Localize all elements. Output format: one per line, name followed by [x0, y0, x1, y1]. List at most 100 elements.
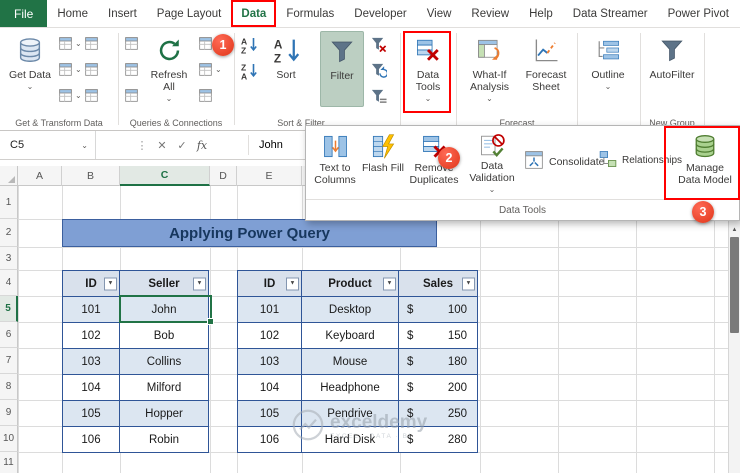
from-source-icon[interactable]: ⌄: [58, 62, 82, 77]
from-source-icon[interactable]: ⌄: [58, 88, 82, 103]
tab-developer[interactable]: Developer: [344, 0, 416, 27]
tab-review[interactable]: Review: [461, 0, 519, 27]
cell[interactable]: $180: [398, 348, 478, 375]
tab-insert[interactable]: Insert: [98, 0, 147, 27]
cell[interactable]: Robin: [119, 426, 209, 453]
row-header-9[interactable]: 9: [0, 400, 18, 426]
drag-handle-icon[interactable]: ⋮: [132, 131, 152, 159]
cell[interactable]: $200: [398, 374, 478, 401]
tab-formulas[interactable]: Formulas: [276, 0, 344, 27]
enter-icon[interactable]: ✓: [172, 131, 192, 159]
flash-fill-button[interactable]: Flash Fill: [362, 130, 404, 196]
cell[interactable]: 101: [62, 296, 120, 323]
connections-icon[interactable]: [124, 62, 139, 77]
row-header-3[interactable]: 3: [0, 247, 18, 270]
insert-function-icon[interactable]: fx: [192, 131, 212, 159]
column-header-d[interactable]: D: [210, 166, 237, 186]
data-validation-button[interactable]: Data Validation ⌄: [464, 130, 520, 196]
cell[interactable]: 102: [62, 322, 120, 349]
selected-cell-outline[interactable]: [119, 295, 214, 325]
filter-dropdown-icon[interactable]: ▼: [462, 277, 475, 290]
autofilter-button[interactable]: AutoFilter: [646, 31, 698, 107]
cell[interactable]: 101: [237, 296, 302, 323]
filter-dropdown-icon[interactable]: ▼: [286, 277, 299, 290]
from-source-icon[interactable]: ⌄: [58, 36, 82, 51]
cell[interactable]: 102: [237, 322, 302, 349]
column-header-a[interactable]: A: [18, 166, 62, 186]
row-header-8[interactable]: 8: [0, 374, 18, 400]
tab-view[interactable]: View: [417, 0, 462, 27]
sort-ascending-icon[interactable]: [240, 36, 258, 54]
properties-icon[interactable]: [124, 88, 139, 103]
cell[interactable]: 105: [62, 400, 120, 427]
row-header-4[interactable]: 4: [0, 270, 18, 296]
cell[interactable]: 103: [62, 348, 120, 375]
scrollbar-thumb[interactable]: [730, 237, 739, 333]
cell[interactable]: 103: [237, 348, 302, 375]
tab-help[interactable]: Help: [519, 0, 563, 27]
header-cell-seller[interactable]: Seller ▼: [119, 270, 209, 297]
tab-data-streamer[interactable]: Data Streamer: [563, 0, 658, 27]
header-cell-sales[interactable]: Sales ▼: [398, 270, 478, 297]
row-header-6[interactable]: 6: [0, 322, 18, 348]
get-data-button[interactable]: Get Data ⌄: [6, 31, 54, 107]
header-cell-id[interactable]: ID ▼: [237, 270, 302, 297]
cancel-icon[interactable]: ✕: [152, 131, 172, 159]
cell[interactable]: $150: [398, 322, 478, 349]
cell[interactable]: Mouse: [301, 348, 399, 375]
from-source-icon[interactable]: [84, 62, 99, 77]
sheet-title-cell[interactable]: Applying Power Query: [62, 219, 437, 247]
cell[interactable]: Milford: [119, 374, 209, 401]
from-source-icon[interactable]: [84, 36, 99, 51]
sort-descending-icon[interactable]: [240, 62, 258, 80]
cell[interactable]: Headphone: [301, 374, 399, 401]
filter-dropdown-icon[interactable]: ▼: [104, 277, 117, 290]
tab-home[interactable]: Home: [47, 0, 98, 27]
row-header-11[interactable]: 11: [0, 452, 18, 473]
row-header-5[interactable]: 5: [0, 296, 18, 322]
header-cell-product[interactable]: Product ▼: [301, 270, 399, 297]
cell[interactable]: Bob: [119, 322, 209, 349]
header-cell-id[interactable]: ID ▼: [62, 270, 120, 297]
cell[interactable]: 106: [62, 426, 120, 453]
text-to-columns-button[interactable]: Text to Columns: [310, 130, 360, 196]
cell[interactable]: $100: [398, 296, 478, 323]
cell[interactable]: Keyboard: [301, 322, 399, 349]
reapply-filter-icon[interactable]: [370, 62, 387, 79]
cell[interactable]: Desktop: [301, 296, 399, 323]
sort-button[interactable]: Sort: [264, 31, 308, 107]
queries-icon[interactable]: [124, 36, 139, 51]
row-header-2[interactable]: 2: [0, 219, 18, 247]
from-source-icon[interactable]: [84, 88, 99, 103]
refresh-all-button[interactable]: Refresh All ⌄: [146, 31, 192, 107]
column-header-c[interactable]: C: [120, 166, 210, 186]
filter-dropdown-icon[interactable]: ▼: [383, 277, 396, 290]
column-header-e[interactable]: E: [237, 166, 302, 186]
row-header-7[interactable]: 7: [0, 348, 18, 374]
filter-button[interactable]: Filter: [320, 31, 364, 107]
tab-file[interactable]: File: [0, 0, 48, 27]
forecast-sheet-button[interactable]: Forecast Sheet: [521, 31, 571, 107]
select-all-corner[interactable]: [0, 166, 18, 186]
clear-filter-icon[interactable]: [370, 36, 387, 53]
workbook-links-icon[interactable]: [198, 88, 213, 103]
scroll-up-icon[interactable]: ▲: [729, 223, 740, 236]
data-tools-button[interactable]: Data Tools ⌄: [406, 31, 450, 107]
cell[interactable]: Hopper: [119, 400, 209, 427]
manage-data-model-button[interactable]: Manage Data Model: [670, 130, 740, 196]
outline-button[interactable]: Outline ⌄: [585, 31, 631, 107]
tab-page-layout[interactable]: Page Layout: [147, 0, 232, 27]
row-header-10[interactable]: 10: [0, 426, 18, 452]
name-box[interactable]: C5 ⌄: [0, 131, 96, 159]
formula-bar-input[interactable]: John: [249, 131, 283, 159]
advanced-filter-icon[interactable]: [370, 88, 387, 105]
edit-links-icon[interactable]: ⌄: [198, 62, 222, 77]
consolidate-button[interactable]: Consolidate: [524, 150, 604, 173]
tab-data[interactable]: Data: [231, 0, 277, 27]
what-if-analysis-button[interactable]: What-If Analysis ⌄: [461, 31, 518, 107]
column-header-b[interactable]: B: [62, 166, 120, 186]
cell[interactable]: 104: [62, 374, 120, 401]
filter-dropdown-icon[interactable]: ▼: [193, 277, 206, 290]
cell[interactable]: 104: [237, 374, 302, 401]
row-header-1[interactable]: 1: [0, 186, 18, 219]
